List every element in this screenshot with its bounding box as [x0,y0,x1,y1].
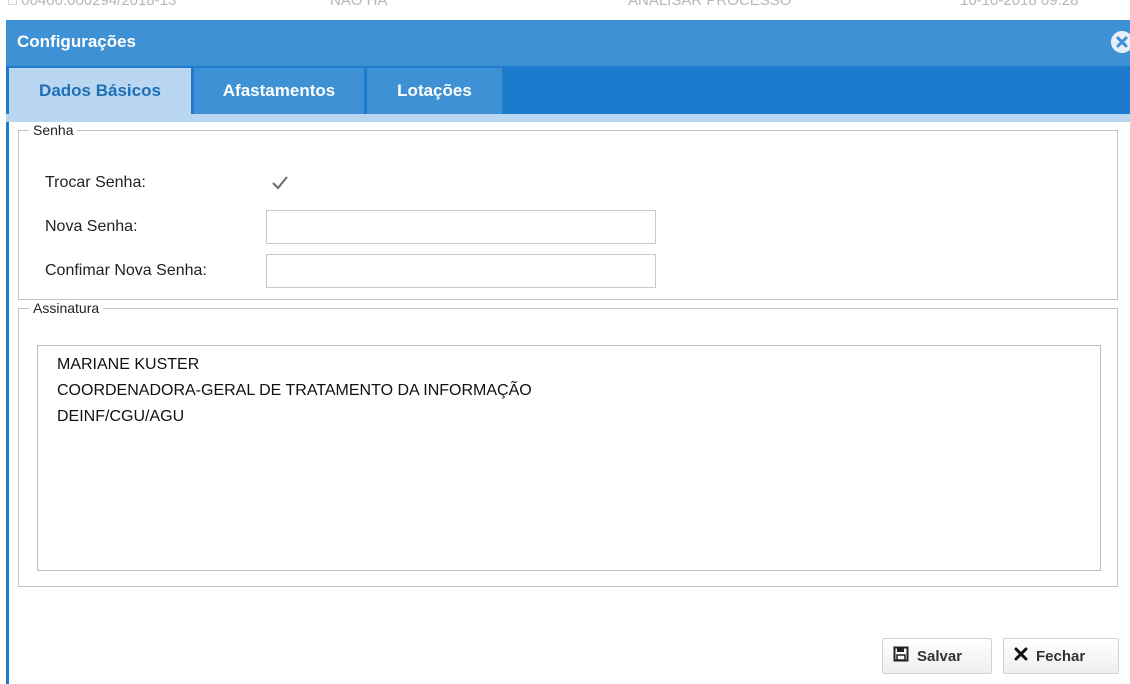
nova-senha-label: Nova Senha: [45,218,138,235]
tab-bar: Dados Básicos Afastamentos Lotações [6,66,1130,122]
tab-afastamentos[interactable]: Afastamentos [194,68,364,114]
dialog-title: Configurações [17,32,137,51]
background-cell: □ 00400.000294/2018-13 [8,0,177,9]
fechar-button-label: Fechar [1036,647,1086,665]
save-button[interactable]: Salvar [882,638,992,674]
checkmark-icon [272,176,288,190]
close-circle-icon[interactable] [1111,31,1130,53]
senha-legend: Senha [33,122,74,138]
x-icon [1014,647,1028,665]
trocar-senha-checkbox[interactable] [271,174,289,192]
tab-dados-basicos[interactable]: Dados Básicos [9,68,191,114]
assinatura-line: DEINF/CGU/AGU [57,408,185,425]
background-cell: NÃO HÁ [330,0,388,9]
save-button-label: Salvar [917,647,963,665]
background-cell: ANALISAR PROCESSO [628,0,792,9]
background-row: □ 00400.000294/2018-13 NÃO HÁ ANALISAR P… [0,0,1130,20]
floppy-disk-icon [893,646,909,666]
tab-lotacoes[interactable]: Lotações [367,68,502,114]
confirmar-senha-label: Confimar Nova Senha: [45,262,207,279]
fechar-button[interactable]: Fechar [1003,638,1119,674]
nova-senha-input[interactable] [266,210,656,244]
dialog-titlebar[interactable]: Configurações [6,20,1130,66]
assinatura-textarea[interactable]: MARIANE KUSTER COORDENADORA-GERAL DE TRA… [37,345,1101,571]
assinatura-legend: Assinatura [33,300,100,316]
background-cell: 10-10-2018 09:28 [960,0,1079,9]
trocar-senha-label: Trocar Senha: [45,174,146,191]
confirmar-senha-input[interactable] [266,254,656,288]
assinatura-line: MARIANE KUSTER [57,356,200,373]
assinatura-line: COORDENADORA-GERAL DE TRATAMENTO DA INFO… [57,382,532,399]
